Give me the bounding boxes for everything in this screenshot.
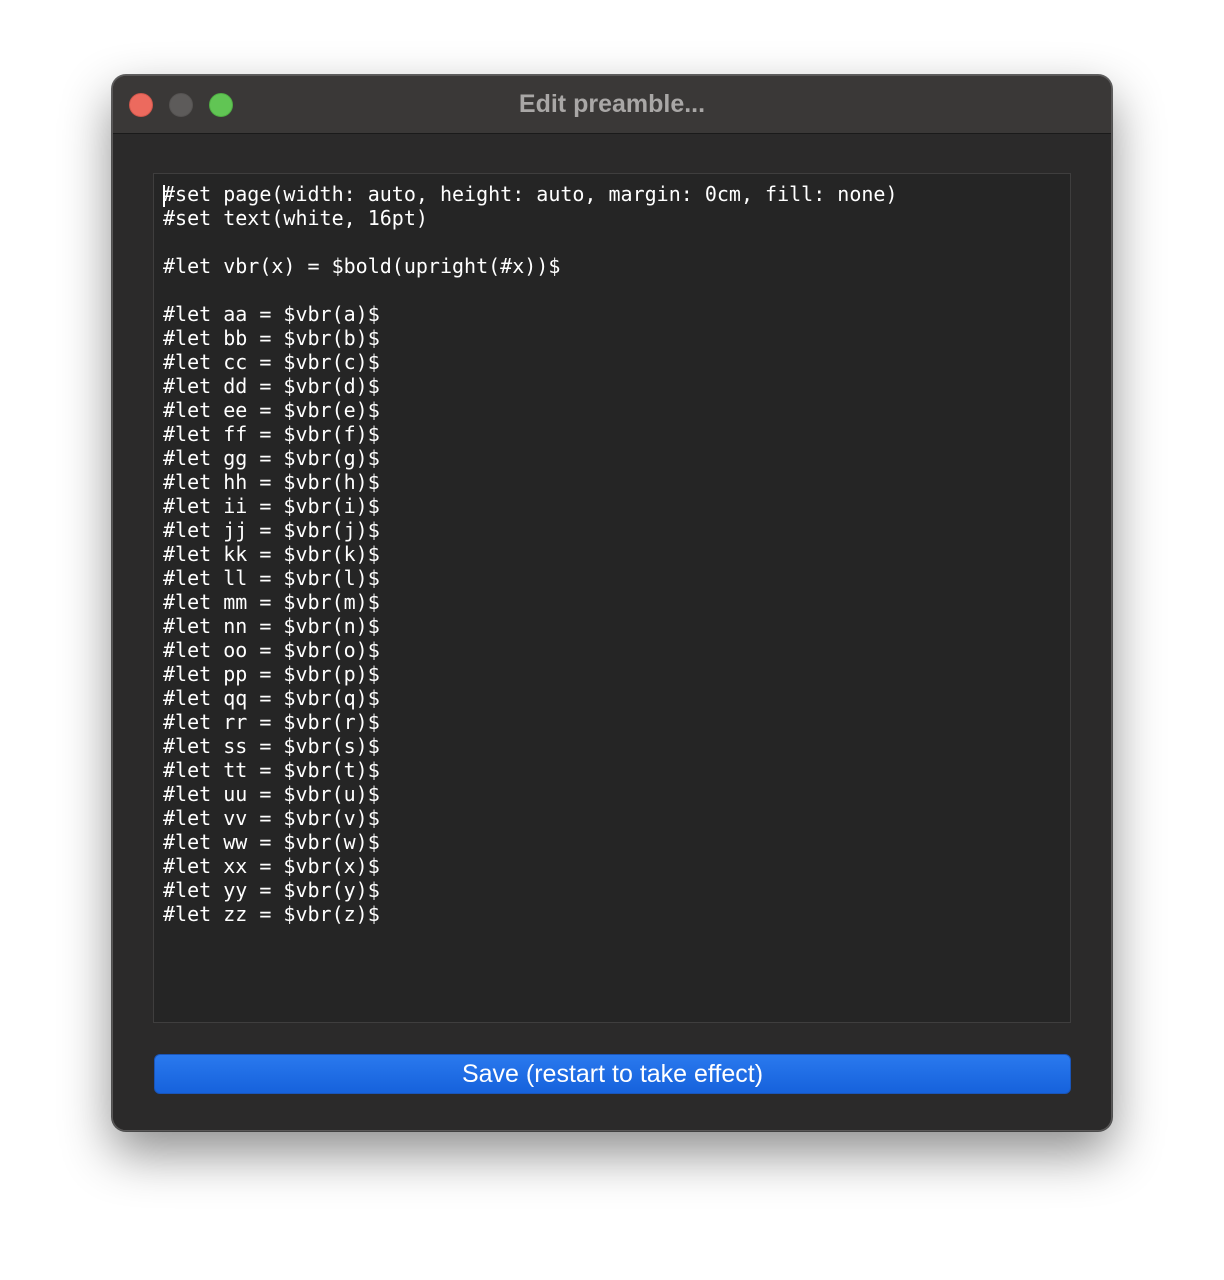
save-button[interactable]: Save (restart to take effect) <box>154 1054 1071 1094</box>
preamble-text[interactable]: #set page(width: auto, height: auto, mar… <box>163 182 898 926</box>
window-title: Edit preamble... <box>518 90 706 118</box>
text-caret <box>163 185 165 207</box>
title-bar[interactable]: Edit preamble... <box>113 76 1111 134</box>
preamble-window: Edit preamble... #set page(width: auto, … <box>112 75 1112 1131</box>
preamble-editor[interactable]: #set page(width: auto, height: auto, mar… <box>153 173 1071 1023</box>
dialog-content: #set page(width: auto, height: auto, mar… <box>113 134 1111 1130</box>
